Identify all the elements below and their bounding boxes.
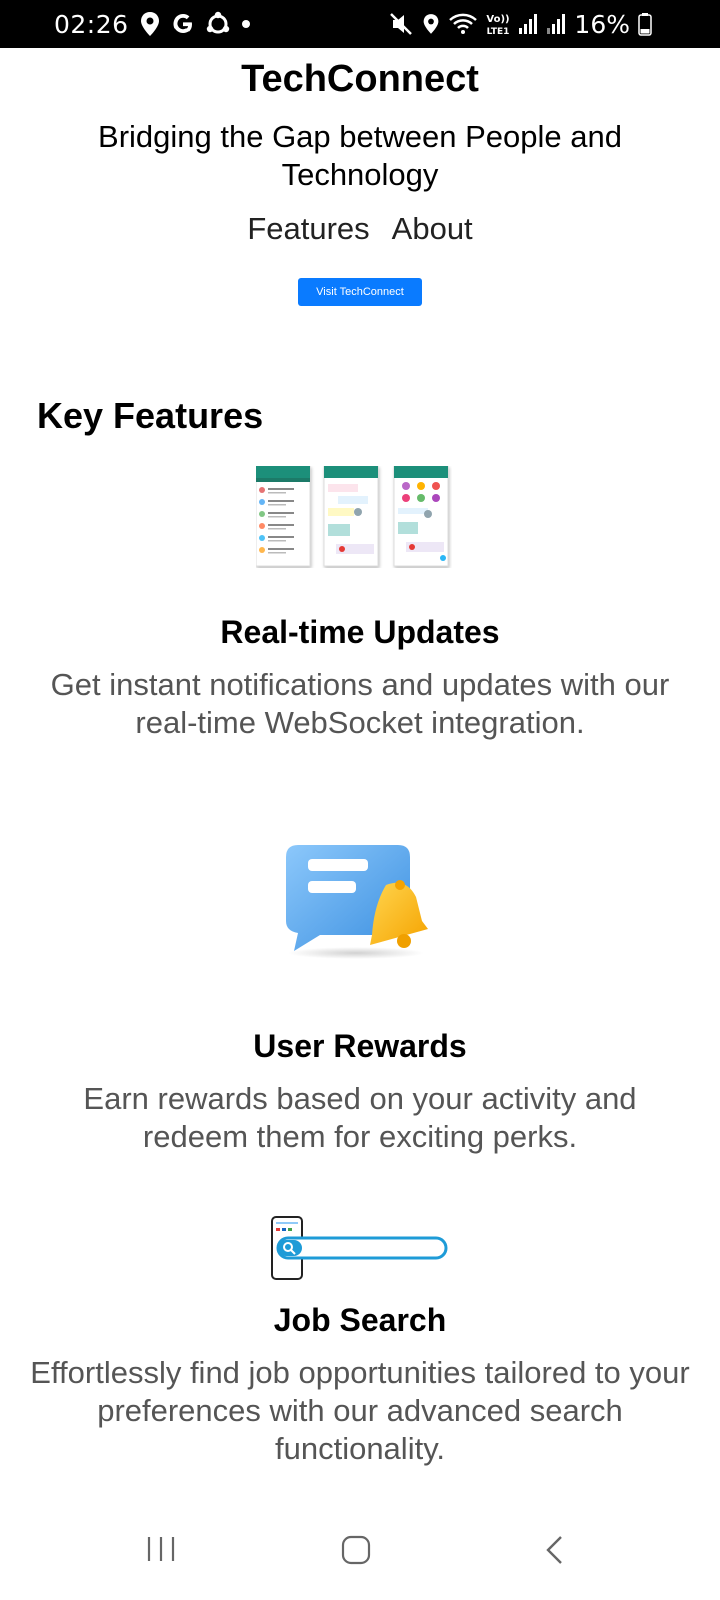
signal-icon xyxy=(518,13,538,35)
feature-desc-realtime-updates: Get instant notifications and updates wi… xyxy=(50,667,670,740)
sync-icon xyxy=(205,11,231,37)
feature-title-job-search: Job Search xyxy=(273,1302,447,1338)
chat-bell-illustration xyxy=(286,845,436,968)
main-nav: Features About xyxy=(0,211,720,247)
battery-level: 16% xyxy=(574,9,630,39)
svg-text:LTE1: LTE1 xyxy=(487,27,510,37)
visit-techconnect-button[interactable]: Visit TechConnect xyxy=(298,278,422,306)
feature-desc-job-search: Effortlessly find job opportunities tail… xyxy=(30,1355,690,1466)
location-icon xyxy=(139,11,161,37)
nav-link-features[interactable]: Features xyxy=(247,211,369,247)
nav-link-about[interactable]: About xyxy=(392,211,473,247)
tagline: Bridging the Gap between People and Tech… xyxy=(98,119,622,192)
back-icon[interactable] xyxy=(544,1534,566,1571)
feature-title-realtime-updates: Real-time Updates xyxy=(220,614,500,650)
svg-text:Vo)): Vo)) xyxy=(487,14,510,25)
home-icon[interactable] xyxy=(340,1534,372,1571)
location-icon xyxy=(422,13,440,35)
mute-icon xyxy=(388,11,414,37)
phone-search-illustration xyxy=(270,1216,450,1287)
battery-icon xyxy=(638,12,652,36)
app-screens-illustration xyxy=(255,465,452,573)
signal-icon xyxy=(546,13,566,35)
status-right: Vo)) LTE1 16% xyxy=(388,0,652,48)
dot-icon xyxy=(241,19,251,29)
site-title: TechConnect xyxy=(241,58,479,100)
key-features-heading: Key Features xyxy=(37,395,264,436)
status-bar: 02:26 Vo)) LTE1 16% xyxy=(0,0,720,48)
recents-icon[interactable] xyxy=(146,1534,176,1569)
status-time: 02:26 xyxy=(54,9,129,39)
system-navigation-bar xyxy=(0,1520,720,1600)
feature-desc-user-rewards: Earn rewards based on your activity and … xyxy=(83,1081,637,1154)
status-left: 02:26 xyxy=(54,0,251,48)
feature-title-user-rewards: User Rewards xyxy=(253,1028,467,1064)
volte-icon: Vo)) LTE1 xyxy=(486,11,510,37)
google-icon xyxy=(171,12,195,36)
wifi-icon xyxy=(448,12,478,36)
